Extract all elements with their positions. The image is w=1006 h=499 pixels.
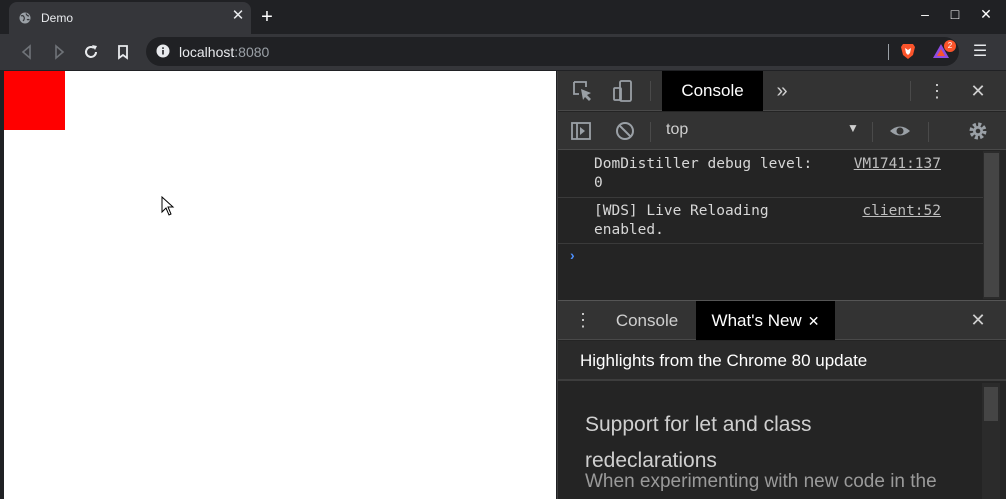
page-viewport — [4, 71, 556, 499]
feature-description: When experimenting with new code in the … — [585, 471, 937, 499]
back-icon[interactable] — [16, 41, 38, 63]
tab-title: Demo — [41, 11, 74, 25]
drawer-tab-console[interactable]: Console — [604, 301, 690, 340]
drawer-tab-bar: ⋮ Console What's New ✕ ✕ — [558, 300, 1006, 340]
toolbar-divider — [650, 122, 651, 142]
whats-new-heading: Highlights from the Chrome 80 update — [580, 351, 868, 370]
title-bar: Demo ✕ + – □ ✕ — [0, 0, 1006, 34]
close-tab-icon[interactable]: ✕ — [808, 313, 820, 329]
red-square — [4, 71, 65, 130]
inspect-element-icon[interactable] — [571, 79, 595, 103]
device-toolbar-icon[interactable] — [611, 79, 635, 103]
mouse-cursor-icon — [161, 196, 175, 216]
omnibox-divider — [888, 44, 889, 60]
console-message: [WDS] Live Reloading enabled. client:52 — [558, 198, 983, 244]
whats-new-body: Support for let and class redeclarations… — [558, 383, 1006, 499]
gear-icon[interactable] — [966, 119, 990, 143]
chevron-down-icon[interactable]: ▼ — [847, 121, 859, 135]
tab-close-icon[interactable]: ✕ — [231, 8, 245, 23]
minimize-button[interactable]: – — [914, 4, 936, 24]
devtools-tab-bar: Console » ⋮ ✕ — [558, 71, 1006, 111]
browser-tab[interactable]: Demo ✕ — [9, 2, 251, 34]
close-drawer-icon[interactable]: ✕ — [966, 308, 990, 332]
console-message: DomDistiller debug level: 0 VM1741:137 — [558, 151, 983, 198]
new-tab-button[interactable]: + — [258, 6, 276, 28]
url-host: localhost — [179, 44, 235, 60]
toolbar-divider — [928, 122, 929, 142]
globe-icon — [19, 12, 31, 24]
url-port: :8080 — [234, 44, 270, 60]
maximize-button[interactable]: □ — [944, 4, 966, 24]
whats-new-header: Highlights from the Chrome 80 update — [558, 341, 1006, 381]
browser-window: Demo ✕ + – □ ✕ localhost:8080 2 ☰ Consol… — [0, 0, 1006, 499]
bookmark-icon[interactable] — [112, 41, 134, 63]
clear-console-icon[interactable] — [613, 119, 637, 143]
close-window-button[interactable]: ✕ — [975, 4, 997, 24]
live-expression-eye-icon[interactable] — [888, 119, 912, 143]
info-icon[interactable] — [156, 44, 170, 58]
console-toolbar: top ▼ — [558, 112, 1006, 150]
brave-shields-icon[interactable] — [900, 42, 916, 60]
drawer-tab-label: What's New — [711, 311, 802, 330]
url-text[interactable]: localhost:8080 — [179, 44, 269, 60]
more-tabs-icon[interactable]: » — [770, 79, 794, 103]
whats-new-scroll-thumb[interactable] — [984, 387, 998, 421]
toolbar-divider — [872, 122, 873, 142]
close-devtools-icon[interactable]: ✕ — [966, 79, 990, 103]
toolbar-divider — [910, 81, 911, 101]
console-prompt-icon[interactable]: › — [570, 247, 575, 263]
drawer-tab-whats-new[interactable]: What's New ✕ — [696, 301, 835, 340]
reload-icon[interactable] — [80, 41, 102, 63]
browser-toolbar: localhost:8080 2 ☰ — [0, 34, 1006, 70]
console-scroll-thumb[interactable] — [984, 153, 999, 297]
console-messages: DomDistiller debug level: 0 VM1741:137 [… — [558, 151, 983, 299]
brave-rewards-icon[interactable]: 2 — [932, 40, 956, 60]
hamburger-menu-icon[interactable]: ☰ — [970, 41, 990, 63]
context-selector[interactable]: top — [666, 121, 688, 139]
devtools-panel: Console » ⋮ ✕ top ▼ DomDistiller debug l… — [557, 71, 1006, 499]
forward-icon[interactable] — [48, 41, 70, 63]
rewards-badge: 2 — [944, 40, 956, 52]
kebab-menu-icon[interactable]: ⋮ — [925, 79, 949, 103]
drawer-menu-icon[interactable]: ⋮ — [571, 308, 595, 332]
address-bar[interactable]: localhost:8080 2 — [146, 37, 959, 66]
sidebar-toggle-icon[interactable] — [569, 119, 593, 143]
message-source-link[interactable]: client:52 — [862, 202, 941, 221]
message-text: DomDistiller debug level: 0 — [594, 156, 813, 191]
message-text: [WDS] Live Reloading enabled. — [594, 203, 769, 238]
tab-console[interactable]: Console — [662, 71, 763, 111]
toolbar-divider — [650, 81, 651, 101]
message-source-link[interactable]: VM1741:137 — [854, 155, 941, 174]
